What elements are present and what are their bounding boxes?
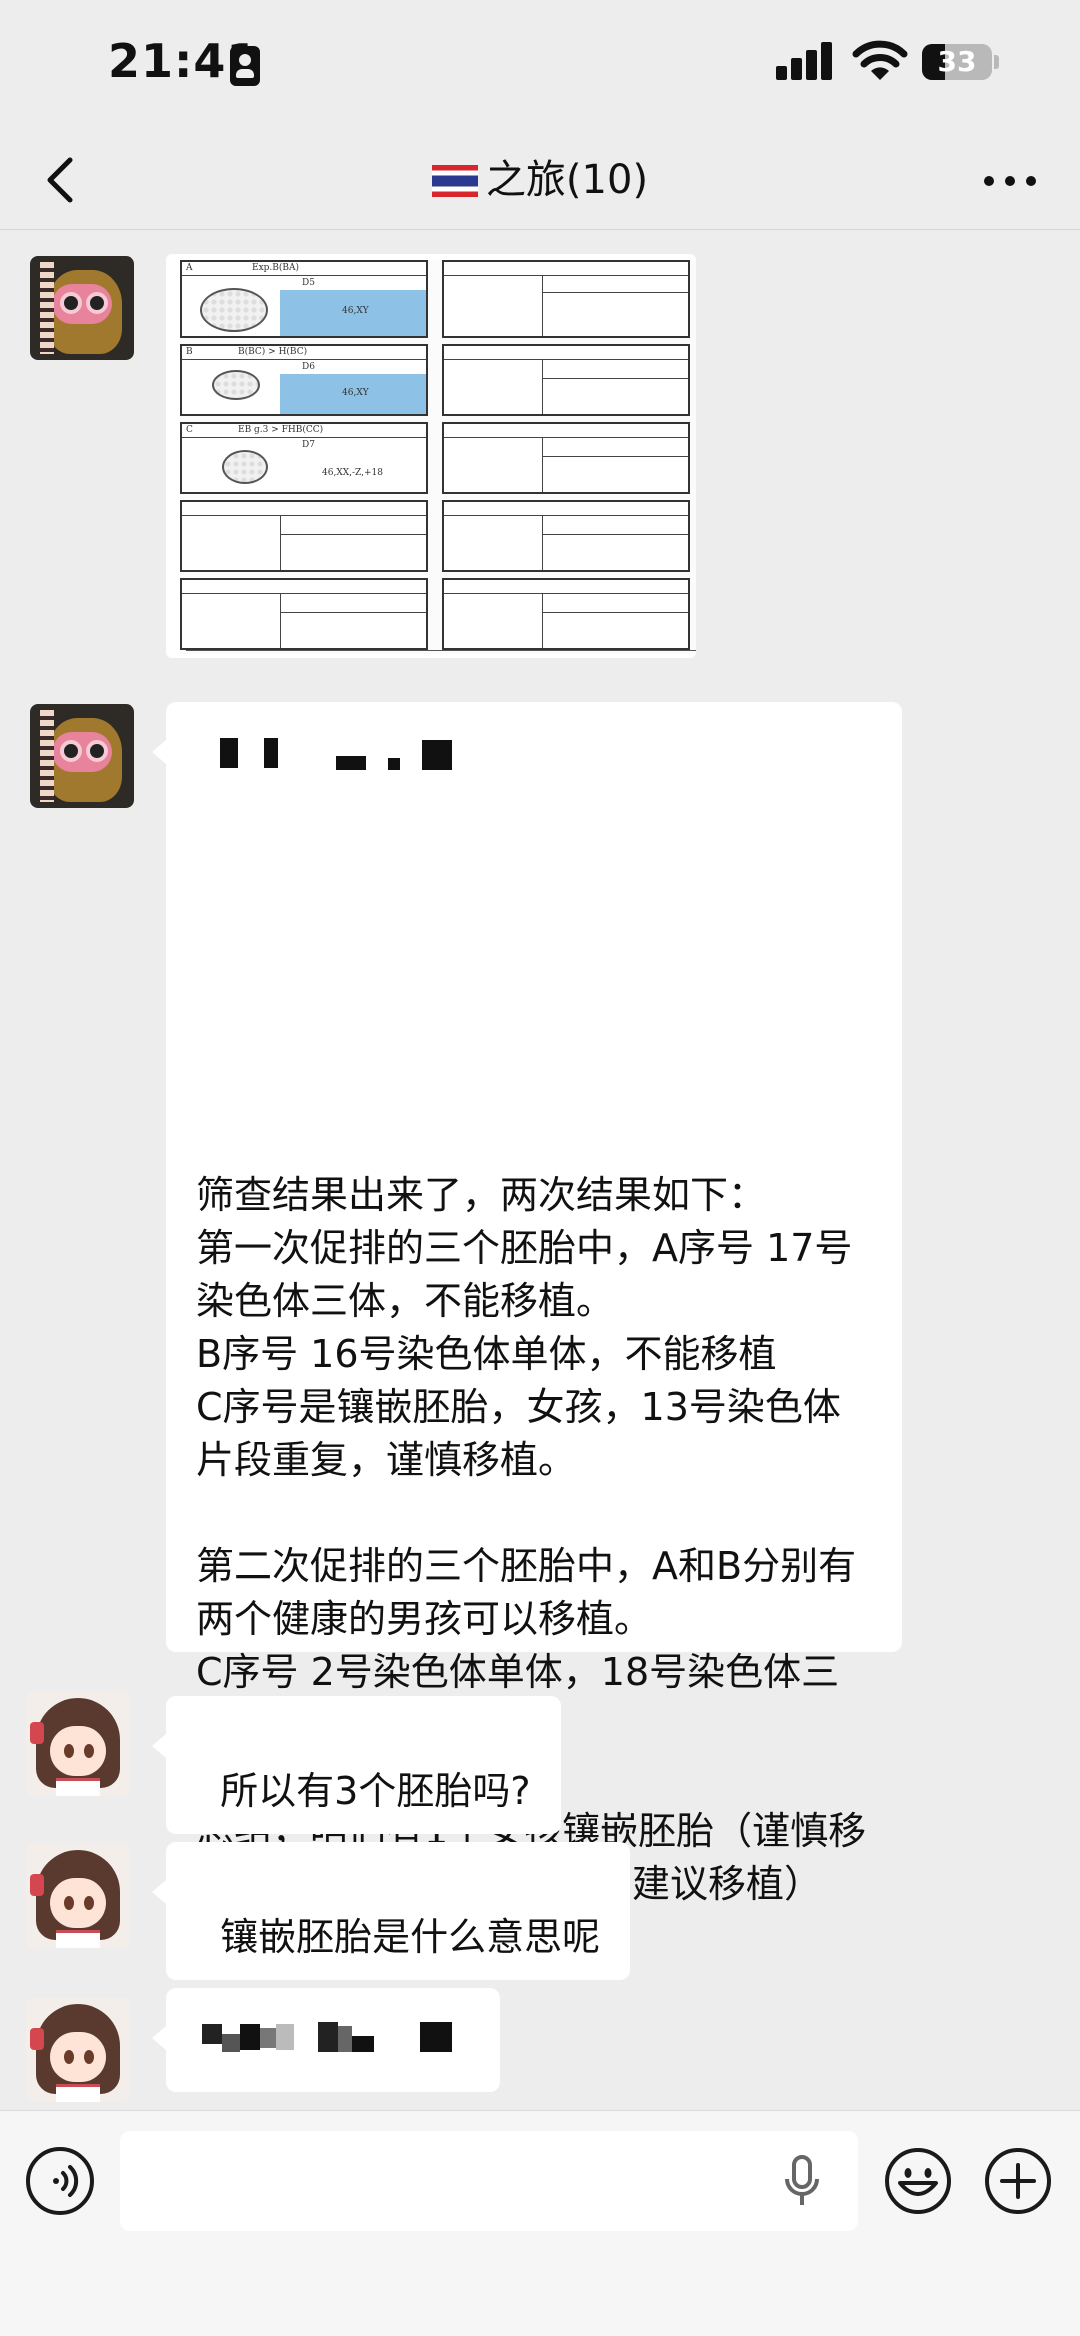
message-bubble[interactable]: 筛查结果出来了，两次结果如下： 第一次促排的三个胚胎中，A序号 17号染色体三体… — [152, 702, 902, 1906]
redacted-block — [264, 738, 278, 768]
cellular-signal-icon — [776, 40, 834, 80]
status-bar: 21:41 33 — [0, 0, 1080, 130]
redacted-block — [202, 2024, 222, 2044]
redacted-block — [240, 2024, 260, 2050]
avatar[interactable] — [30, 256, 134, 360]
chat-title-text: 之旅(10) — [485, 157, 649, 203]
redacted-block — [336, 756, 366, 770]
redacted-block — [422, 740, 452, 770]
avatar[interactable] — [30, 704, 134, 808]
redacted-block — [318, 2022, 338, 2052]
mic-icon[interactable] — [782, 2153, 822, 2209]
battery-icon: 33 — [922, 44, 992, 80]
emoji-icon[interactable] — [884, 2147, 952, 2215]
redacted-block — [388, 758, 400, 770]
wifi-icon — [852, 40, 908, 80]
contact-badge-icon — [230, 46, 260, 86]
chat-title: 之旅(10) — [0, 130, 1080, 230]
chat-header: 之旅(10) — [0, 130, 1080, 230]
screening-report-image: A Exp.B(BA) D5 46,XY B B(BC) > H(BC) D6 … — [180, 260, 696, 654]
message-bubble[interactable]: 镶嵌胚胎是什么意思呢 — [151, 1842, 631, 1980]
redacted-block — [222, 2034, 240, 2052]
message-input[interactable] — [120, 2131, 858, 2231]
redacted-block — [260, 2028, 276, 2048]
message-text: 所以有3个胚胎吗? — [220, 1769, 531, 1813]
battery-level: 33 — [937, 45, 977, 78]
input-bar — [0, 2110, 1080, 2336]
thailand-flag-icon — [431, 165, 478, 197]
message-bubble[interactable] — [152, 1988, 500, 2092]
battery-tip — [994, 55, 999, 69]
voice-icon[interactable] — [26, 2147, 94, 2215]
message-text: 镶嵌胚胎是什么意思呢 — [220, 1915, 601, 1959]
ellipsis-icon[interactable] — [980, 160, 1040, 200]
redacted-block — [220, 738, 238, 768]
image-message[interactable]: A Exp.B(BA) D5 46,XY B B(BC) > H(BC) D6 … — [166, 254, 696, 658]
avatar[interactable] — [26, 1844, 130, 1948]
plus-icon[interactable] — [984, 2147, 1052, 2215]
avatar[interactable] — [26, 1692, 130, 1796]
avatar[interactable] — [26, 1998, 130, 2102]
redacted-block — [420, 2022, 452, 2052]
redacted-block — [276, 2024, 294, 2050]
message-bubble[interactable]: 所以有3个胚胎吗? — [152, 1696, 561, 1834]
redacted-block — [352, 2036, 374, 2052]
redacted-block — [338, 2026, 352, 2052]
